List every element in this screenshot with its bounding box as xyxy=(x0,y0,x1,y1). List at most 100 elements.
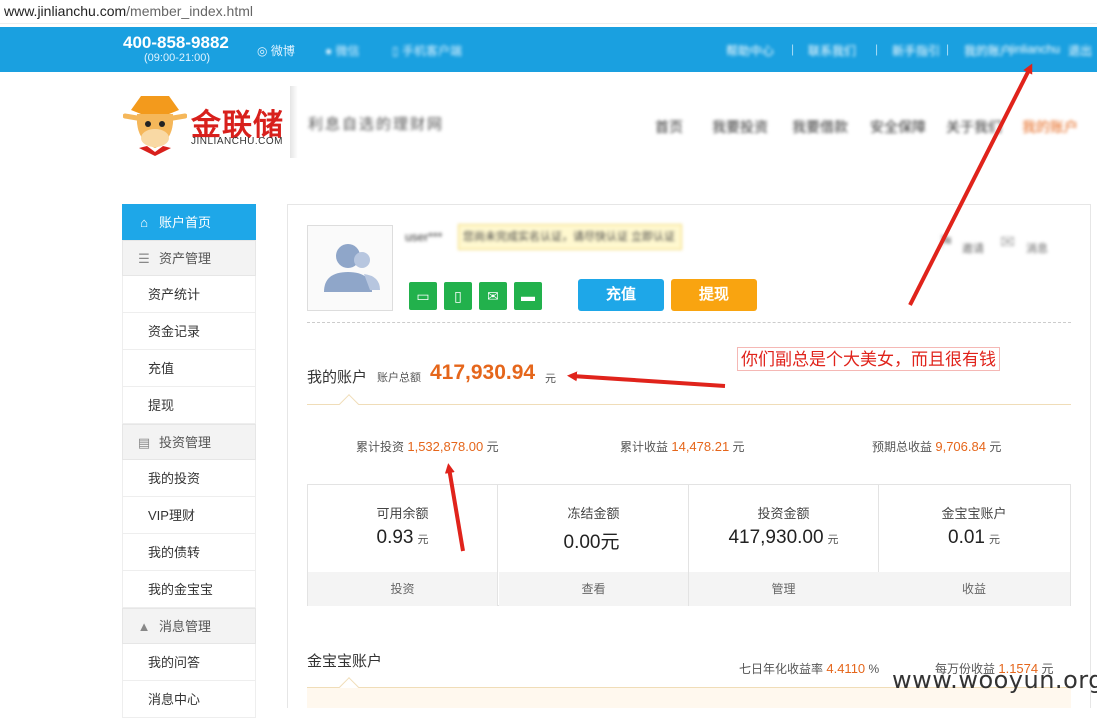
rate-value: 4.4110 xyxy=(826,661,866,676)
cell-invest-amount: 投资金额 417,930.00 元 管理 xyxy=(689,485,879,606)
sidebar-item-recharge[interactable]: 充值 xyxy=(122,350,256,387)
logo-subtext: JINLIANCHU.COM xyxy=(191,136,284,147)
view-action-button[interactable]: 查看 xyxy=(499,572,688,606)
sidebar-item-withdraw[interactable]: 提现 xyxy=(122,387,256,424)
stat-value: 14,478.21 xyxy=(671,439,730,454)
nav-about[interactable]: 关于我们 xyxy=(946,117,1002,137)
divider: | xyxy=(875,42,879,56)
sidebar-item-vip[interactable]: VIP理财 xyxy=(122,497,256,534)
wechat-icon: ● xyxy=(325,44,333,58)
invest-action-button[interactable]: 投资 xyxy=(308,572,497,606)
cell-unit: 元 xyxy=(827,534,839,546)
profile-divider xyxy=(307,322,1071,323)
watermark: www.wooyun.org xyxy=(892,666,1097,694)
weibo-link[interactable]: ◎ 微博 xyxy=(257,42,295,59)
cell-value: 0.01 元 xyxy=(878,527,1070,549)
sidebar-section-investments[interactable]: ▤ 投资管理 xyxy=(122,424,256,460)
sidebar-label: 消息管理 xyxy=(159,619,212,634)
sidebar-item-account-home[interactable]: ⌂ 账户首页 xyxy=(122,204,256,240)
cell-jinbaobao-account: 金宝宝账户 0.01 元 收益 xyxy=(878,485,1070,606)
balance-grid: 可用余额 0.93 元 投资 冻结金额 0.00元 查看 投资金额 417,930… xyxy=(307,484,1071,606)
nav-security[interactable]: 安全保障 xyxy=(870,117,926,137)
cell-available-balance: 可用余额 0.93 元 投资 xyxy=(308,485,498,606)
account-total-value: 417,930.94 xyxy=(430,361,536,384)
cell-label: 金宝宝账户 xyxy=(941,506,1007,521)
weibo-icon: ◎ xyxy=(257,44,268,58)
cell-value: 0.93 元 xyxy=(308,527,497,549)
stat-label: 累计投资 xyxy=(356,440,405,454)
rate-unit: % xyxy=(868,662,880,676)
sidebar-label: 账户首页 xyxy=(159,215,212,230)
my-account-title: 我的账户 xyxy=(307,369,368,386)
mobile-app-label: 手机客户端 xyxy=(401,44,462,58)
mobile-app-link[interactable]: ▯ 手机客户端 xyxy=(392,42,462,59)
bell-icon: ▲ xyxy=(137,619,151,634)
sidebar-section-assets[interactable]: ☰ 资产管理 xyxy=(122,240,256,276)
account-total-unit: 元 xyxy=(545,373,556,385)
nav-invest[interactable]: 我要投资 xyxy=(712,117,768,137)
sidebar-label: 资产管理 xyxy=(159,251,212,266)
nav-home[interactable]: 首页 xyxy=(655,117,683,137)
help-center-link[interactable]: 帮助中心 xyxy=(726,42,774,59)
divider: | xyxy=(791,42,795,56)
sidebar-item-jinbaobao[interactable]: 我的金宝宝 xyxy=(122,571,256,608)
stat-unit: 元 xyxy=(989,440,1002,454)
phone-verify-icon[interactable]: ▯ xyxy=(444,282,472,310)
nav-borrow[interactable]: 我要借款 xyxy=(792,117,848,137)
stat-value: 9,706.84 xyxy=(935,439,986,454)
url-path: /member_index.html xyxy=(126,3,253,19)
url-domain: www.jinlianchu.com xyxy=(4,3,127,19)
sidebar-section-messages[interactable]: ▲ 消息管理 xyxy=(122,608,256,644)
stat-expected-income: 预期总收益 9,706.84 元 xyxy=(872,438,1001,455)
cell-unit: 元 xyxy=(417,534,429,546)
account-sidebar: ⌂ 账户首页 ☰ 资产管理 资产统计 资金记录 充值 提现 ▤ 投资管理 我的投资 V… xyxy=(122,204,256,718)
contact-us-link[interactable]: 联系我们 xyxy=(808,42,856,59)
home-icon: ⌂ xyxy=(140,215,148,230)
sidebar-item-debt-transfer[interactable]: 我的债转 xyxy=(122,534,256,571)
logout-link[interactable]: 退出 xyxy=(1068,42,1092,59)
cell-amount: 0.00元 xyxy=(563,532,620,553)
user-avatar[interactable] xyxy=(307,225,393,311)
cell-value: 417,930.00 元 xyxy=(689,527,878,549)
recharge-button[interactable]: 充值 xyxy=(578,279,664,311)
top-username[interactable]: jinlianchu xyxy=(1010,42,1060,56)
verify-notice[interactable]: 您尚未完成实名认证，请尽快认证 立即认证 xyxy=(458,224,682,250)
cell-label: 可用余额 xyxy=(376,506,429,521)
withdraw-button[interactable]: 提现 xyxy=(671,279,757,311)
sidebar-item-my-questions[interactable]: 我的问答 xyxy=(122,644,256,681)
coins-icon: ☰ xyxy=(138,251,150,266)
manage-action-button[interactable]: 管理 xyxy=(689,572,878,606)
email-verify-icon[interactable]: ✉ xyxy=(479,282,507,310)
cell-amount: 0.93 xyxy=(376,527,414,548)
sidebar-item-message-center[interactable]: 消息中心 xyxy=(122,681,256,718)
sidebar-item-asset-stats[interactable]: 资产统计 xyxy=(122,276,256,313)
beginner-guide-link[interactable]: 新手指引 xyxy=(892,42,940,59)
bankcard-verify-icon[interactable]: ▬ xyxy=(514,282,542,310)
cell-amount: 0.01 xyxy=(948,527,985,548)
hotline-phone: 400-858-9882 xyxy=(123,33,229,52)
sidebar-item-fund-records[interactable]: 资金记录 xyxy=(122,313,256,350)
message-icon[interactable]: ✉ xyxy=(1000,232,1015,253)
income-action-button[interactable]: 收益 xyxy=(878,572,1070,606)
id-verify-icon[interactable]: ▭ xyxy=(409,282,437,310)
hotline-hours: (09:00-21:00) xyxy=(144,52,211,64)
invite-link[interactable]: 邀请 xyxy=(962,240,984,256)
briefcase-icon: ▤ xyxy=(137,435,151,450)
weibo-label: 微博 xyxy=(270,44,295,58)
message-link[interactable]: 消息 xyxy=(1026,240,1048,256)
account-divider xyxy=(307,404,1071,405)
logo-divider xyxy=(290,86,298,158)
nav-my-account[interactable]: 我的账户 xyxy=(1022,117,1078,137)
profile-username: user*** xyxy=(405,230,443,244)
stat-label: 累计收益 xyxy=(620,440,669,454)
my-account-top-link[interactable]: 我的账户 xyxy=(964,42,1012,59)
sidebar-label: 投资管理 xyxy=(159,435,212,450)
invite-icon[interactable]: ⚑ xyxy=(938,232,954,253)
stat-unit: 元 xyxy=(732,440,745,454)
cell-label: 投资金额 xyxy=(757,506,810,521)
stat-label: 预期总收益 xyxy=(872,440,933,454)
browser-url-bar[interactable]: www.jinlianchu.com/member_index.html xyxy=(0,0,1097,24)
site-logo[interactable]: 金联储 JINLIANCHU.COM xyxy=(123,88,293,158)
sidebar-item-my-investments[interactable]: 我的投资 xyxy=(122,460,256,497)
wechat-link[interactable]: ● 微信 xyxy=(325,42,360,59)
